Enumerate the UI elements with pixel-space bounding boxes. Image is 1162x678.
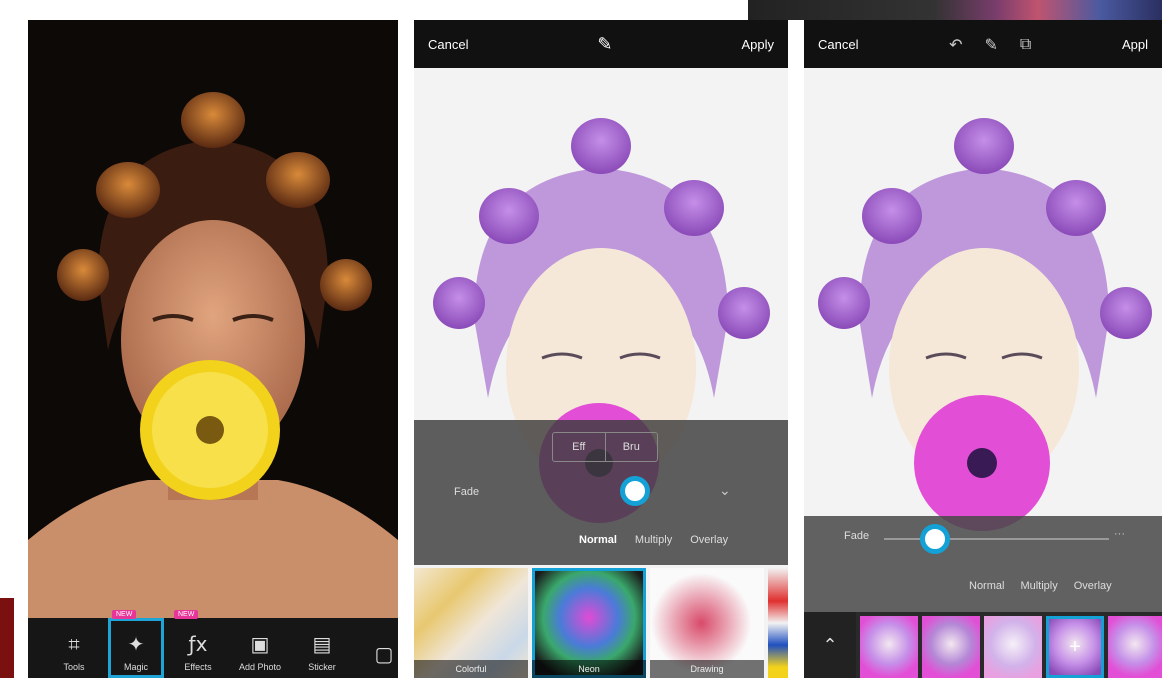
chevron-up-icon[interactable]: ⌃ — [804, 612, 856, 678]
tool-more[interactable]: ▢ — [356, 618, 398, 678]
effect-thumb-drawing[interactable]: Drawing — [650, 568, 764, 678]
yellow-flower — [140, 360, 280, 500]
tool-add-photo[interactable]: ▣ Add Photo — [232, 618, 288, 678]
blend-mode-normal[interactable]: Normal — [579, 534, 617, 546]
tool-magic[interactable]: NEW ✦ Magic — [108, 610, 164, 678]
tool-tools[interactable]: ⌗ Tools — [46, 618, 102, 678]
variant-thumb[interactable] — [922, 616, 980, 678]
fade-settings-overlay: Fade ··· Normal Multiply Overlay — [804, 516, 1162, 612]
blend-mode-overlay[interactable]: Overlay — [1074, 580, 1112, 592]
variant-thumb-selected[interactable]: + — [1046, 616, 1104, 678]
mode-toggle[interactable]: Eff Bru — [552, 432, 658, 462]
fade-label: Fade — [844, 530, 870, 542]
fade-slider-track[interactable] — [884, 538, 1109, 540]
effect-settings-overlay: Eff Bru Fade ⌄ Normal Multiply Overlay — [414, 420, 788, 565]
apply-button[interactable]: Appl — [1122, 37, 1148, 52]
compare-icon[interactable]: ⧉ — [1020, 34, 1031, 54]
variant-thumb[interactable] — [1108, 616, 1162, 678]
eraser-icon[interactable]: ✎ — [985, 35, 998, 54]
effects-icon: ƒx — [188, 632, 208, 656]
plus-icon: + — [1069, 635, 1081, 658]
variant-thumb[interactable] — [860, 616, 918, 678]
variant-strip: ⌃ + — [804, 612, 1162, 678]
top-toolbar: Cancel ↶ ✎ ⧉ Appl — [804, 20, 1162, 68]
crop-icon: ⌗ — [68, 632, 80, 656]
add-photo-icon: ▣ — [250, 632, 270, 656]
blend-mode-normal[interactable]: Normal — [969, 580, 1004, 592]
editor-panel-fade-adjust: Cancel ↶ ✎ ⧉ Appl Fade ··· Normal Multip… — [804, 20, 1162, 678]
tab-effect[interactable]: Eff — [553, 433, 605, 461]
effect-thumb-colorful[interactable]: Colorful — [414, 568, 528, 678]
chevron-down-icon[interactable]: ⌄ — [719, 482, 731, 499]
tool-sticker[interactable]: ▤ Sticker — [294, 618, 350, 678]
eraser-icon[interactable]: ✎ — [597, 34, 612, 55]
portrait-photo — [28, 20, 398, 618]
magic-icon: ✦ — [127, 632, 145, 656]
new-badge: NEW — [174, 610, 199, 619]
main-toolbar: ⌗ Tools NEW ✦ Magic NEW ƒx Effects ▣ Add… — [28, 610, 398, 678]
blend-mode-multiply[interactable]: Multiply — [635, 534, 672, 546]
blend-mode-list: Normal Multiply Overlay — [579, 534, 728, 546]
blend-mode-overlay[interactable]: Overlay — [690, 534, 728, 546]
variant-thumb[interactable] — [984, 616, 1042, 678]
effect-thumb-neon[interactable]: Neon — [532, 568, 646, 678]
frame-icon: ▢ — [374, 642, 394, 666]
effect-thumb-partial[interactable] — [768, 568, 788, 678]
tool-effects[interactable]: NEW ƒx Effects — [170, 610, 226, 678]
tab-brush[interactable]: Bru — [604, 433, 658, 461]
fade-slider-knob[interactable] — [920, 524, 950, 554]
photo-canvas — [28, 20, 398, 618]
partial-image-top-edge — [748, 0, 1162, 20]
fade-label: Fade — [454, 486, 480, 498]
cancel-button[interactable]: Cancel — [818, 37, 858, 52]
apply-button[interactable]: Apply — [741, 37, 774, 52]
editor-panel-magic-effect: Cancel ✎ Apply Eff Bru Fade ⌄ Normal Mul… — [414, 20, 788, 678]
blend-mode-multiply[interactable]: Multiply — [1020, 580, 1057, 592]
slider-knob[interactable] — [620, 476, 650, 506]
more-icon[interactable]: ··· — [1114, 528, 1125, 540]
sticker-icon: ▤ — [312, 632, 332, 656]
partial-image-left-edge — [0, 598, 14, 678]
editor-panel-original: ‹ ↶ ↷ — [28, 20, 398, 678]
top-toolbar: Cancel ✎ Apply — [414, 20, 788, 68]
blend-mode-list: Normal Multiply Overlay — [969, 580, 1112, 592]
new-badge: NEW — [112, 610, 137, 619]
cancel-button[interactable]: Cancel — [428, 37, 468, 52]
undo-icon[interactable]: ↶ — [949, 35, 962, 54]
